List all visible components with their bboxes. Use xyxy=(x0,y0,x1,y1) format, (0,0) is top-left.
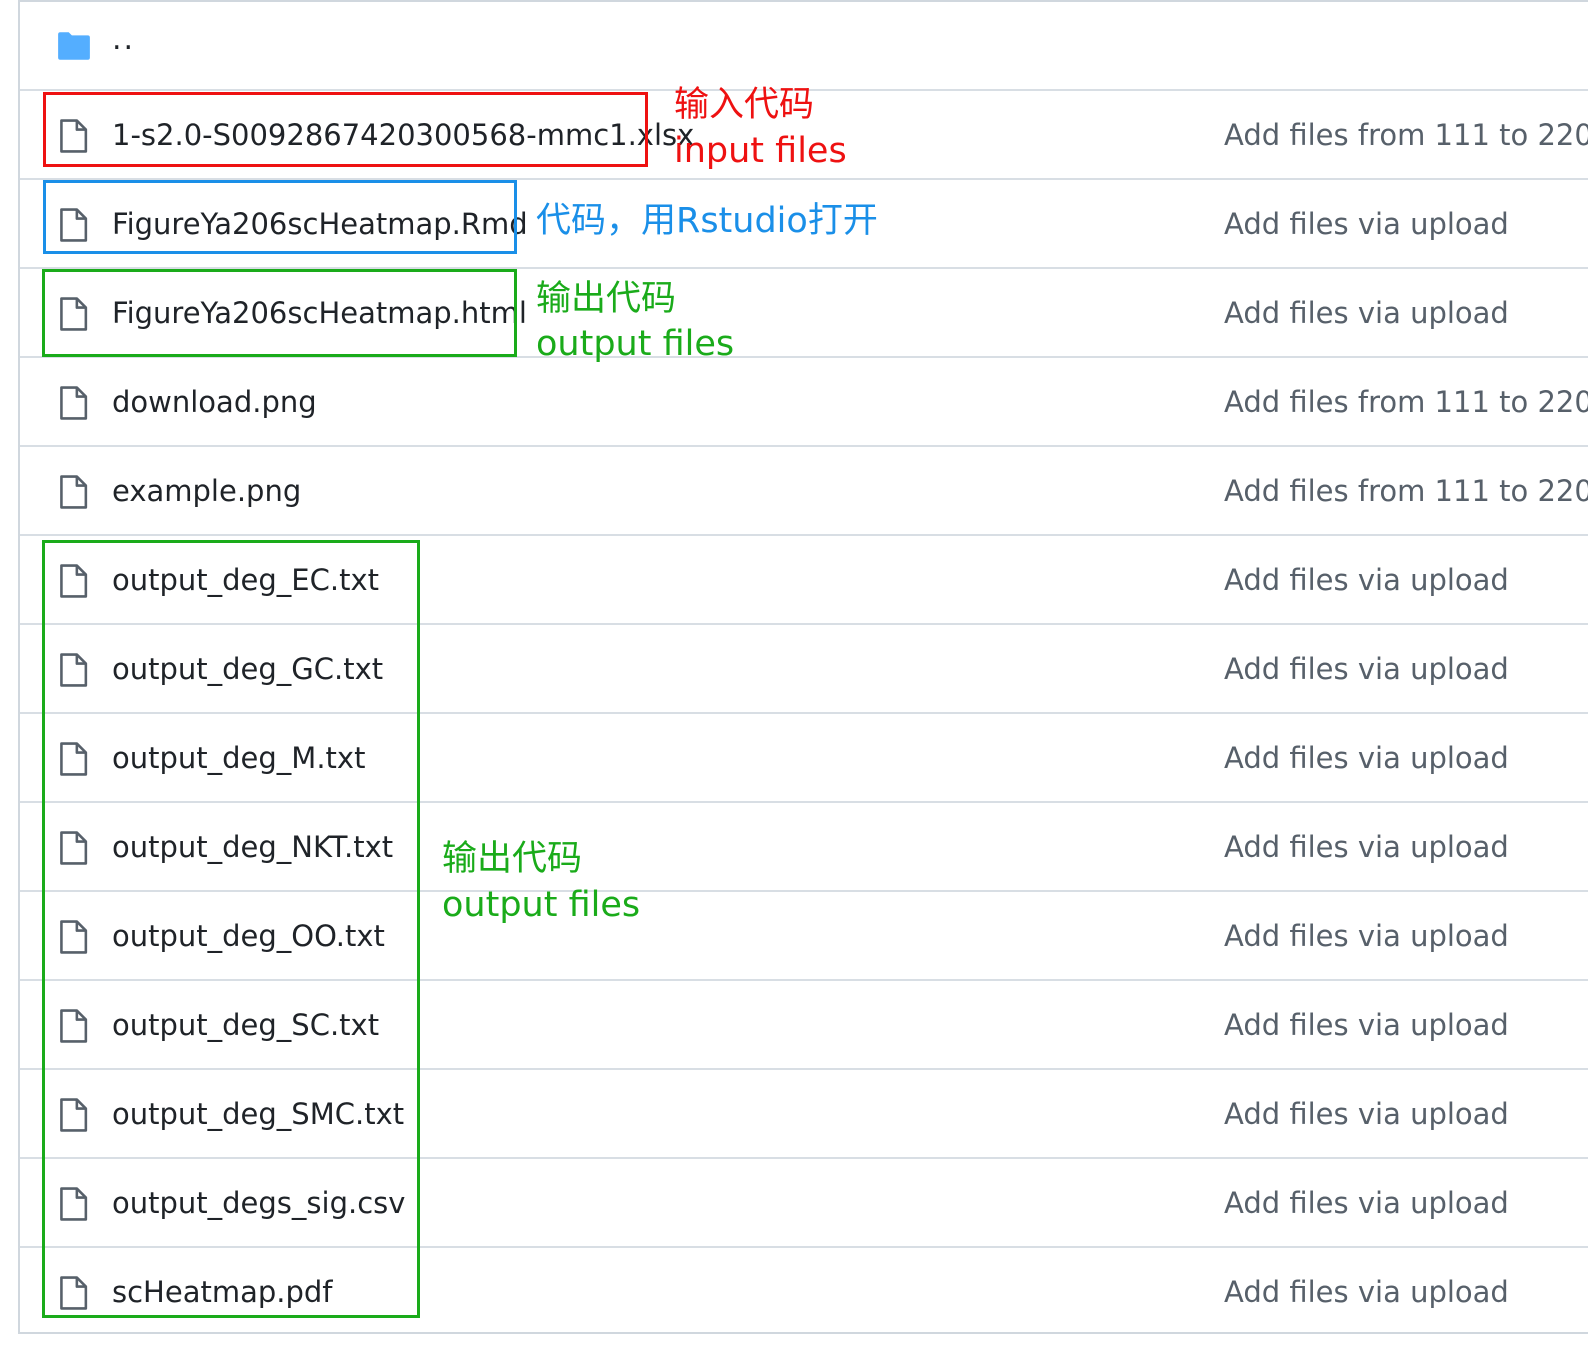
output-group-note-zh: 输出代码 xyxy=(442,839,583,879)
file-name-link[interactable]: example.png xyxy=(112,473,301,509)
file-name-link[interactable]: output_deg_SMC.txt xyxy=(112,1096,404,1132)
file-name-link[interactable]: output_degs_sig.csv xyxy=(112,1185,405,1221)
commit-message-link[interactable]: Add files via upload xyxy=(1224,295,1509,331)
file-icon xyxy=(60,1098,88,1132)
file-row[interactable]: output_deg_OO.txt Add files via upload xyxy=(20,892,1588,981)
file-name-link[interactable]: output_deg_M.txt xyxy=(112,740,365,776)
file-name-link[interactable]: scHeatmap.pdf xyxy=(112,1274,333,1310)
file-name-link[interactable]: output_deg_NKT.txt xyxy=(112,829,393,865)
commit-message-link[interactable]: Add files via upload xyxy=(1224,562,1509,598)
commit-message-link[interactable]: Add files from 111 to 220 xyxy=(1224,384,1588,420)
parent-directory-link[interactable]: .. xyxy=(112,22,135,58)
file-row[interactable]: output_deg_M.txt Add files via upload xyxy=(20,714,1588,803)
folder-icon xyxy=(58,32,90,60)
file-row[interactable]: FigureYa206scHeatmap.html Add files via u… xyxy=(20,269,1588,358)
commit-message-link[interactable]: Add files via upload xyxy=(1224,740,1509,776)
file-icon xyxy=(60,119,88,153)
file-icon xyxy=(60,653,88,687)
parent-directory-row[interactable]: .. xyxy=(20,2,1588,91)
commit-message-link[interactable]: Add files via upload xyxy=(1224,206,1509,242)
input-note-zh: 输入代码 xyxy=(674,85,815,125)
file-name-link[interactable]: FigureYa206scHeatmap.Rmd xyxy=(112,206,528,242)
file-icon xyxy=(60,1187,88,1221)
file-name-link[interactable]: download.png xyxy=(112,384,317,420)
file-icon xyxy=(60,297,88,331)
file-icon xyxy=(60,1009,88,1043)
file-row[interactable]: example.png Add files from 111 to 220 xyxy=(20,447,1588,536)
file-name-link[interactable]: 1-s2.0-S0092867420300568-mmc1.xlsx xyxy=(112,117,694,153)
commit-message-link[interactable]: Add files via upload xyxy=(1224,651,1509,687)
file-name-link[interactable]: output_deg_GC.txt xyxy=(112,651,383,687)
file-icon xyxy=(60,208,88,242)
file-icon xyxy=(60,475,88,509)
file-name-link[interactable]: FigureYa206scHeatmap.html xyxy=(112,295,527,331)
file-row[interactable]: download.png Add files from 111 to 220 xyxy=(20,358,1588,447)
file-row[interactable]: output_degs_sig.csv Add files via upload xyxy=(20,1159,1588,1248)
commit-message-link[interactable]: Add files via upload xyxy=(1224,1096,1509,1132)
file-row[interactable]: output_deg_NKT.txt Add files via upload xyxy=(20,803,1588,892)
input-note-en: input files xyxy=(674,131,847,171)
commit-message-link[interactable]: Add files via upload xyxy=(1224,1007,1509,1043)
commit-message-link[interactable]: Add files from 111 to 220 xyxy=(1224,473,1588,509)
file-row[interactable]: scHeatmap.pdf Add files via upload xyxy=(20,1248,1588,1337)
commit-message-link[interactable]: Add files via upload xyxy=(1224,918,1509,954)
file-icon xyxy=(60,386,88,420)
code-note-zh: 代码，用Rstudio打开 xyxy=(536,201,878,241)
file-icon xyxy=(60,564,88,598)
commit-message-link[interactable]: Add files via upload xyxy=(1224,1185,1509,1221)
output-html-note-en: output files xyxy=(536,324,735,364)
file-row[interactable]: output_deg_SC.txt Add files via upload xyxy=(20,981,1588,1070)
output-group-note-en: output files xyxy=(442,885,641,925)
file-icon xyxy=(60,1276,88,1310)
file-name-link[interactable]: output_deg_EC.txt xyxy=(112,562,379,598)
file-name-link[interactable]: output_deg_SC.txt xyxy=(112,1007,379,1043)
file-icon xyxy=(60,831,88,865)
commit-message-link[interactable]: Add files via upload xyxy=(1224,1274,1509,1310)
output-html-note-zh: 输出代码 xyxy=(536,279,677,319)
file-browser-page: .. 1-s2.0-S0092867420300568-mmc1.xlsx Add… xyxy=(0,0,1588,1349)
file-icon xyxy=(60,742,88,776)
file-name-link[interactable]: output_deg_OO.txt xyxy=(112,918,385,954)
commit-message-link[interactable]: Add files from 111 to 220 xyxy=(1224,117,1588,153)
file-row[interactable]: output_deg_GC.txt Add files via upload xyxy=(20,625,1588,714)
commit-message-link[interactable]: Add files via upload xyxy=(1224,829,1509,865)
file-row[interactable]: output_deg_SMC.txt Add files via upload xyxy=(20,1070,1588,1159)
file-icon xyxy=(60,920,88,954)
file-row[interactable]: output_deg_EC.txt Add files via upload xyxy=(20,536,1588,625)
